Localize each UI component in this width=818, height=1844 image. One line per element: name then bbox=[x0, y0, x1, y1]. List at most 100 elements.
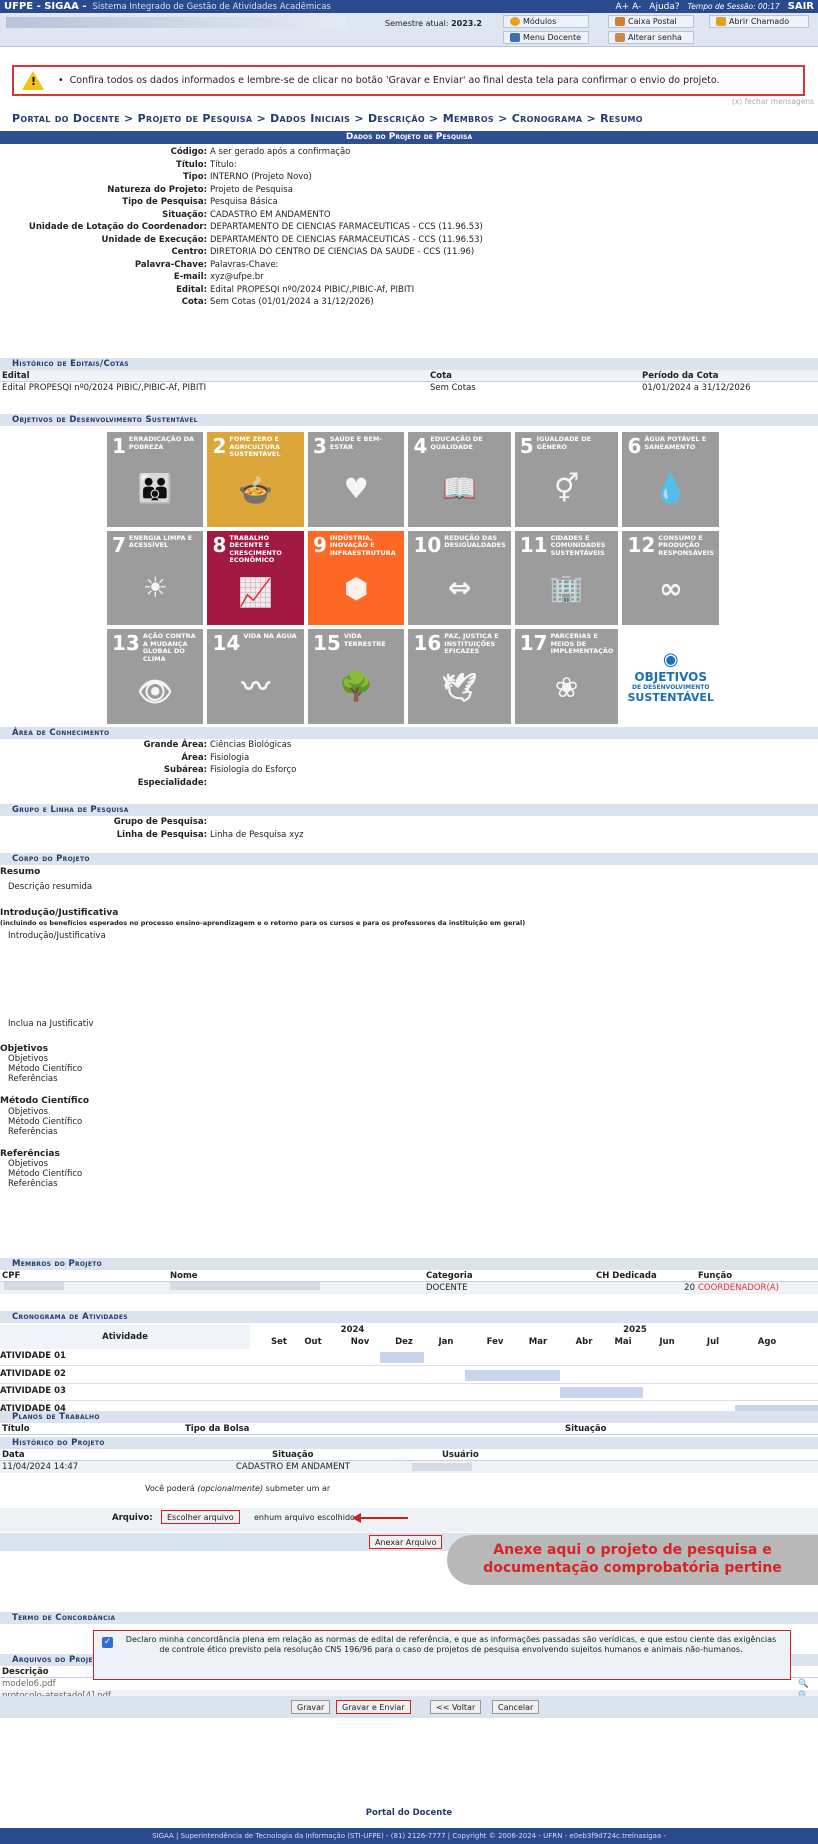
sdg-tile-4: 4 Educação de qualidade 📖 bbox=[408, 432, 511, 527]
field-label: Unidade de Lotação do Coordenador: bbox=[28, 222, 207, 232]
intro-note: (incluindo os benefícios esperados no pr… bbox=[0, 918, 526, 927]
activity-period-bar bbox=[465, 1369, 560, 1381]
sdg-tile-14: 14 Vida na água 〰 bbox=[207, 629, 304, 724]
edital-history-section: Histórico de Editais/Cotas Edital Cota P… bbox=[0, 358, 818, 394]
sdg-tile-15: 15 Vida terrestre 🌳 bbox=[307, 629, 405, 724]
close-messages-link[interactable]: (x) fechar mensagens bbox=[732, 97, 814, 106]
view-icon[interactable]: 🔍 bbox=[798, 1678, 818, 1690]
intro-text-2: Inclua na Justificativ bbox=[8, 1019, 94, 1029]
cpf-redacted bbox=[4, 1282, 64, 1290]
choose-file-button[interactable]: Escolher arquivo bbox=[161, 1510, 240, 1524]
open-ticket-button[interactable]: Abrir Chamado bbox=[709, 15, 809, 28]
arrow-left-icon bbox=[352, 1513, 361, 1523]
file-label: Arquivo: bbox=[112, 1513, 153, 1523]
project-data-header: Dados do Projeto de Pesquisa bbox=[0, 131, 818, 144]
month-label: Dez bbox=[395, 1337, 413, 1347]
portal-link[interactable]: Portal do Docente bbox=[0, 1808, 818, 1818]
cancel-button[interactable]: Cancelar bbox=[492, 1700, 540, 1714]
warning-text: • Confira todos os dados informados e le… bbox=[58, 75, 720, 86]
field-value bbox=[210, 816, 818, 829]
method-text: Objetivos Método Científico Referências bbox=[8, 1106, 83, 1137]
field-value: Linha de Pesquisa xyz bbox=[210, 829, 304, 840]
change-password-button[interactable]: Alterar senha bbox=[608, 31, 694, 44]
sdg-icon: 💧 bbox=[653, 472, 689, 506]
field-row: Grande Área: Ciências Biológicas bbox=[0, 739, 818, 752]
user-bar: Semestre atual: 2023.2 Módulos Caixa Pos… bbox=[0, 13, 818, 47]
breadcrumb: Portal do Docente > Projeto de Pesquisa … bbox=[12, 112, 643, 125]
field-label: Centro: bbox=[171, 247, 207, 257]
field-value: Projeto de Pesquisa bbox=[210, 184, 293, 195]
field-value: xyz@ufpe.br bbox=[210, 272, 264, 282]
field-value: Fisiologia do Esforço bbox=[210, 765, 297, 775]
warning-icon bbox=[22, 71, 44, 90]
help-link[interactable]: Ajuda? bbox=[649, 2, 679, 12]
sdg-tile-13: 13 Ação contra a mudança global do clima 👁 bbox=[107, 629, 204, 724]
schedule-header: Cronograma de Atividades bbox=[0, 1311, 818, 1323]
sdg-tile-8: 8 Trabalho decente e crescimento econômic… bbox=[207, 530, 304, 626]
attach-file-button[interactable]: Anexar Arquivo bbox=[369, 1535, 443, 1549]
modules-button[interactable]: Módulos bbox=[503, 15, 589, 28]
members-table-head: CPF Nome Categoria CH Dedicada Função bbox=[0, 1270, 818, 1282]
agreement-box: ✓ Declaro minha concordância plena em re… bbox=[93, 1630, 791, 1680]
intro-heading: Introdução/Justificativa bbox=[0, 908, 119, 918]
teacher-menu-button[interactable]: Menu Docente bbox=[503, 31, 589, 44]
year-2024: 2024 bbox=[340, 1325, 365, 1335]
mailbox-icon bbox=[615, 17, 625, 26]
globe-icon: ◉ bbox=[662, 649, 679, 671]
sdg-icon: 📈 bbox=[238, 575, 274, 609]
field-label: Cota: bbox=[181, 297, 207, 307]
field-value: Pesquisa Básica bbox=[210, 197, 278, 207]
field-row: E-mail: xyz@ufpe.br bbox=[0, 271, 818, 284]
sdg-header: Objetivos de Desenvolvimento Sustentável bbox=[0, 414, 818, 426]
project-history-header: Histórico do Projeto bbox=[0, 1437, 818, 1449]
members-header: Membros do Projeto bbox=[0, 1258, 818, 1270]
field-row: Subárea: Fisiologia do Esforço bbox=[0, 764, 818, 777]
sdg-icon: 🕊 bbox=[441, 670, 478, 704]
year-2025: 2025 bbox=[623, 1325, 647, 1335]
summary-heading: Resumo bbox=[0, 867, 41, 877]
month-label: Ago bbox=[757, 1337, 777, 1347]
file-status: enhum arquivo escolhido bbox=[254, 1513, 355, 1522]
sdg-section: Objetivos de Desenvolvimento Sustentável bbox=[0, 414, 818, 426]
month-label: Mar bbox=[528, 1337, 548, 1347]
activity-row-label: ATIVIDADE 03 bbox=[0, 1386, 66, 1396]
field-label: Área: bbox=[181, 752, 207, 763]
agreement-checkbox[interactable]: ✓ bbox=[102, 1637, 113, 1648]
session-timer: Tempo de Sessão: 00:17 bbox=[687, 2, 780, 11]
sdg-icon: 👪 bbox=[137, 472, 173, 506]
table-row: Edital PROPESQI nº0/2024 PIBIC/,PIBIC-Af… bbox=[2, 383, 751, 393]
field-label: Unidade de Execução: bbox=[101, 234, 207, 245]
mailbox-button[interactable]: Caixa Postal bbox=[608, 15, 694, 28]
field-label: Código: bbox=[170, 147, 207, 157]
arrow-line bbox=[360, 1517, 408, 1519]
field-value: Ciências Biológicas bbox=[210, 740, 292, 750]
month-label: Mai bbox=[614, 1337, 632, 1347]
upload-note: Você poderá (opcionalmente) submeter um … bbox=[145, 1484, 331, 1493]
members-section: Membros do Projeto CPF Nome Categoria CH… bbox=[0, 1258, 818, 1294]
activity-period-bar bbox=[560, 1387, 643, 1398]
references-heading: Referências bbox=[0, 1148, 60, 1159]
sdg-tile-5: 5 Igualdade de gênero ⚥ bbox=[514, 432, 619, 527]
knowledge-area-section: Área de Conhecimento Grande Área: Ciência… bbox=[0, 727, 818, 789]
field-value: Edital PROPESQI nº0/2024 PIBIC/,PIBIC-Af… bbox=[210, 284, 415, 295]
field-row: Situação: CADASTRO EM ANDAMENTO bbox=[0, 209, 818, 222]
field-value: CADASTRO EM ANDAMENTO bbox=[210, 209, 331, 220]
field-row: Grupo de Pesquisa: bbox=[0, 816, 818, 829]
back-button[interactable]: << Voltar bbox=[430, 1700, 482, 1714]
sdg-tile-2: 2 Fome zero e agricultura sustentável 🍲 bbox=[207, 432, 304, 527]
field-label: Linha de Pesquisa: bbox=[116, 829, 207, 840]
research-group-header: Grupo e Linha de Pesquisa bbox=[0, 804, 818, 816]
field-value: Fisiologia bbox=[210, 752, 250, 763]
save-and-send-button[interactable]: Gravar e Enviar bbox=[336, 1700, 411, 1714]
user-key-icon bbox=[615, 33, 625, 42]
font-size-controls[interactable]: A+ A- bbox=[616, 2, 642, 12]
field-row: Linha de Pesquisa: Linha de Pesquisa xyz bbox=[0, 829, 818, 842]
sdg-icon: ♥ bbox=[343, 472, 369, 506]
month-label: Jun bbox=[659, 1337, 675, 1347]
edital-history-table-head: Edital Cota Período da Cota bbox=[0, 370, 818, 382]
field-value: A ser gerado após a confirmação bbox=[210, 147, 351, 157]
user-redacted bbox=[412, 1463, 472, 1471]
logout-link[interactable]: SAIR bbox=[788, 1, 814, 12]
save-button[interactable]: Gravar bbox=[291, 1700, 331, 1714]
agreement-section: Termo de Concordância bbox=[0, 1612, 818, 1624]
